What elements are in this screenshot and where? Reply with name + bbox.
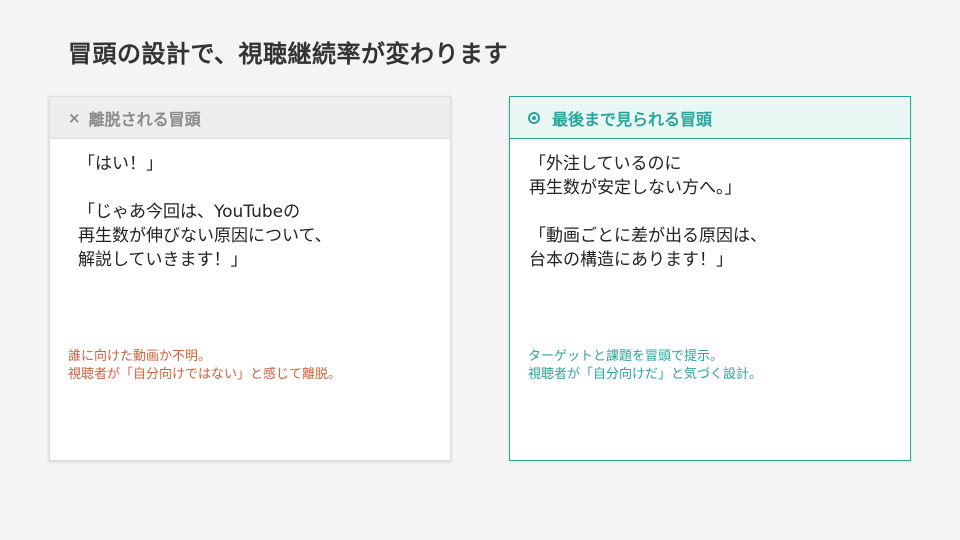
good-quotes: 「外注しているのに 再生数が安定しない方へ。」 「動画ごとに差が出る原因は、 台… xyxy=(529,152,892,296)
cross-icon: × xyxy=(68,108,81,127)
bad-card-header: × 離脱される冒頭 xyxy=(50,97,450,139)
bad-note: 誰に向けた動画か不明。 視聴者が「自分向けではない」と感じて離脱。 xyxy=(68,349,342,382)
bad-opening-card: × 離脱される冒頭 「はい！」 「じゃあ今回は、YouTubeの 再生数が伸びな… xyxy=(49,96,451,461)
good-quote-2: 「動画ごとに差が出る原因は、 台本の構造にあります！」 xyxy=(529,226,767,270)
bad-quote-1: 「はい！」 xyxy=(78,154,163,174)
page-title: 冒頭の設計で、視聴継続率が変わります xyxy=(68,40,509,68)
good-card-header: 最後まで見られる冒頭 xyxy=(510,97,910,139)
bad-card-title: 離脱される冒頭 xyxy=(88,109,201,129)
good-note: ターゲットと課題を冒頭で提示。 視聴者が「自分向けだ」と気づく設計。 xyxy=(528,349,763,382)
bad-quote-2: 「じゃあ今回は、YouTubeの 再生数が伸びない原因について、 解説していきま… xyxy=(78,202,332,270)
bad-quotes: 「はい！」 「じゃあ今回は、YouTubeの 再生数が伸びない原因について、 解… xyxy=(78,152,432,296)
good-quote-1: 「外注しているのに 再生数が安定しない方へ。」 xyxy=(529,154,742,198)
good-card-title: 最後まで見られる冒頭 xyxy=(552,109,713,129)
good-opening-card: 最後まで見られる冒頭 「外注しているのに 再生数が安定しない方へ。」 「動画ごと… xyxy=(509,96,911,461)
circle-icon xyxy=(528,111,540,124)
